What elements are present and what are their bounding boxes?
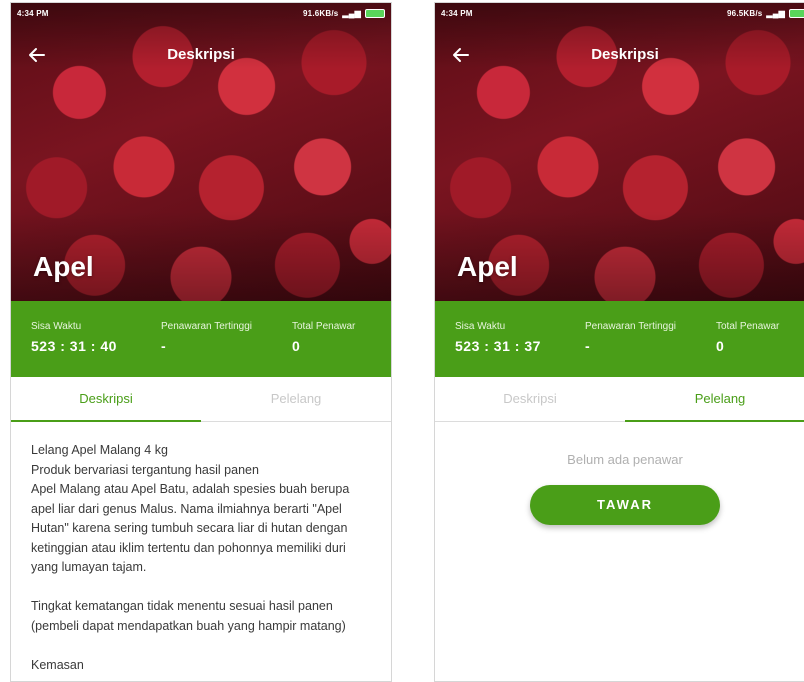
battery-icon (365, 8, 385, 18)
remaining-time: Sisa Waktu 523 : 31 : 37 (455, 321, 541, 354)
remaining-time-label: Sisa Waktu (31, 321, 82, 332)
app-bar: Deskripsi (11, 37, 391, 73)
tab-pelelang[interactable]: Pelelang (625, 377, 804, 422)
description-line: Lelang Apel Malang 4 kg (31, 443, 168, 457)
description-line: Apel Malang atau Apel Batu, adalah spesi… (31, 482, 350, 574)
no-bidders-message: Belum ada penawar (567, 452, 683, 467)
tab-bar: Deskripsi Pelelang (435, 377, 804, 422)
total-bidders-label: Total Penawar (292, 321, 356, 332)
status-time: 4:34 PM (17, 8, 49, 18)
auction-info-bar: Sisa Waktu 523 : 31 : 40 Penawaran Terti… (11, 301, 391, 377)
total-bidders-label: Total Penawar (716, 321, 780, 332)
remaining-time-label: Sisa Waktu (455, 321, 506, 332)
description-text: Lelang Apel Malang 4 kg Produk bervarias… (31, 441, 376, 675)
tab-pelelang[interactable]: Pelelang (201, 377, 391, 421)
description-line: Tingkat kematangan tidak menentu sesuai … (31, 599, 346, 633)
app-bar: Deskripsi (435, 37, 804, 73)
total-bidders-value: 0 (716, 338, 725, 354)
highest-bid: Penawaran Tertinggi - (585, 321, 676, 354)
tab-deskripsi[interactable]: Deskripsi (435, 377, 625, 421)
tab-bar: Deskripsi Pelelang (11, 377, 391, 422)
remaining-time-value: 523 : 31 : 37 (455, 338, 541, 354)
product-name: Apel (33, 251, 94, 282)
status-bar: 4:34 PM 91.6KB/s ▂▄▆ (11, 3, 391, 23)
total-bidders: Total Penawar 0 (292, 321, 355, 354)
highest-bid-label: Penawaran Tertinggi (161, 321, 252, 332)
description-line: Produk bervariasi tergantung hasil panen (31, 462, 259, 477)
remaining-time-value: 523 : 31 : 40 (31, 338, 117, 354)
status-bar: 4:34 PM 96.5KB/s ▂▄▆ (435, 3, 804, 23)
signal-icon: ▂▄▆ (766, 8, 785, 18)
total-bidders-value: 0 (292, 338, 301, 354)
highest-bid: Penawaran Tertinggi - (161, 321, 252, 354)
product-name: Apel (457, 251, 518, 282)
total-bidders: Total Penawar 0 (716, 321, 779, 354)
highest-bid-label: Penawaran Tertinggi (585, 321, 676, 332)
remaining-time: Sisa Waktu 523 : 31 : 40 (31, 321, 117, 354)
signal-icon: ▂▄▆ (342, 8, 361, 18)
auction-info-bar: Sisa Waktu 523 : 31 : 37 Penawaran Terti… (435, 301, 804, 377)
highest-bid-value: - (161, 338, 167, 354)
phone-screen-bidders: 4:34 PM 96.5KB/s ▂▄▆ Deskripsi Apel Sisa… (434, 2, 804, 682)
description-line: Kemasan (31, 657, 84, 672)
status-time: 4:34 PM (441, 8, 473, 18)
page-title: Deskripsi (167, 46, 235, 63)
network-speed: 96.5KB/s (727, 8, 763, 18)
tab-deskripsi[interactable]: Deskripsi (11, 377, 201, 422)
network-speed: 91.6KB/s (303, 8, 339, 18)
battery-icon (789, 8, 804, 18)
highest-bid-value: - (585, 338, 591, 354)
phone-screen-description: 4:34 PM 91.6KB/s ▂▄▆ Deskripsi Apel Sisa… (10, 2, 392, 682)
page-title: Deskripsi (591, 46, 659, 63)
bid-button[interactable]: TAWAR (530, 485, 720, 525)
